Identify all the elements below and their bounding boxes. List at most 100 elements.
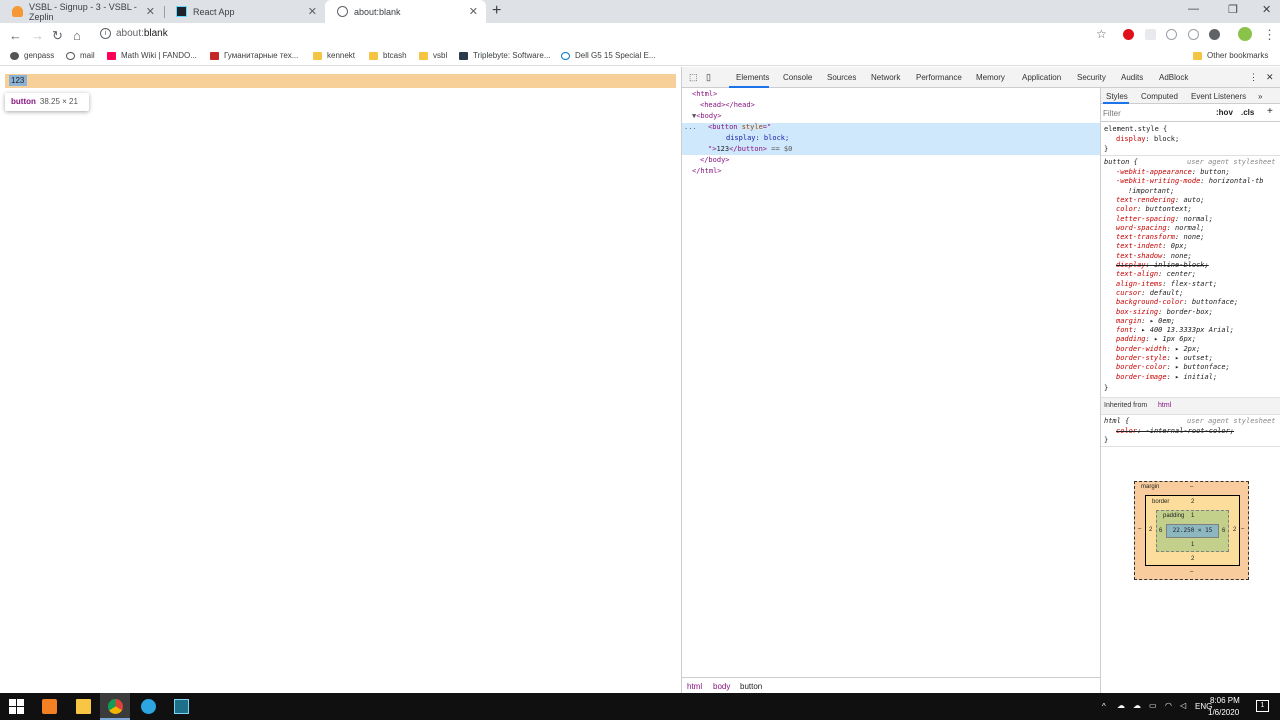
style-property[interactable]: margin: ▸ 0em; <box>1116 317 1175 325</box>
style-property[interactable]: color: -internal-root-color; <box>1116 427 1234 435</box>
close-icon[interactable]: ✕ <box>308 5 317 18</box>
node-ellipsis-icon[interactable]: ... <box>684 123 697 131</box>
page-button[interactable]: 123 <box>9 75 27 86</box>
add-rule-icon[interactable]: + <box>1267 106 1273 117</box>
gear-icon[interactable] <box>1209 29 1220 40</box>
crumb-body[interactable]: body <box>713 682 730 691</box>
volume-icon[interactable]: ◁ <box>1180 701 1186 710</box>
cls-toggle[interactable]: .cls <box>1241 108 1254 117</box>
bookmark-folder-kennekt[interactable]: kennekt <box>313 51 355 60</box>
tab-about-blank[interactable]: about:blank ✕ <box>325 0 486 23</box>
taskbar-app-sublime[interactable] <box>34 693 64 720</box>
taskbar-app-explorer[interactable] <box>68 693 98 720</box>
style-property[interactable]: background-color: buttonface; <box>1116 298 1238 306</box>
chevron-up-icon[interactable]: ^ <box>1102 702 1106 711</box>
tab-zeplin[interactable]: VSBL - Signup - 3 - VSBL - Zeplin ✕ <box>0 0 163 23</box>
reload-icon[interactable]: ↻ <box>52 28 63 44</box>
style-property[interactable]: display: block; <box>1116 135 1179 143</box>
tab-styles[interactable]: Styles <box>1106 92 1128 101</box>
style-property[interactable]: !important; <box>1128 187 1174 195</box>
dom-node-button-close[interactable]: ">123</button> == $0 <box>708 145 792 153</box>
dom-node-button[interactable]: <button style=" <box>708 123 771 131</box>
boxmodel-padding[interactable]: padding 1 1 6 6 22.250 × 15 <box>1156 510 1229 552</box>
taskbar-app-telegram[interactable] <box>133 693 163 720</box>
other-bookmarks[interactable]: Other bookmarks <box>1193 51 1268 60</box>
kebab-menu-icon[interactable]: ⋮ <box>1249 72 1258 83</box>
tab-console[interactable]: Console <box>783 73 812 82</box>
menu-icon[interactable]: ⋮ <box>1263 27 1276 43</box>
tab-security[interactable]: Security <box>1077 73 1106 82</box>
tab-memory[interactable]: Memory <box>976 73 1005 82</box>
home-icon[interactable]: ⌂ <box>73 28 81 43</box>
cloud-icon[interactable]: ☁ <box>1133 701 1141 710</box>
new-tab-button[interactable]: + <box>492 2 501 20</box>
style-property[interactable]: -webkit-appearance: button; <box>1116 168 1230 176</box>
opera-extension-icon[interactable] <box>1123 29 1134 40</box>
style-property[interactable]: cursor: default; <box>1116 289 1183 297</box>
hov-toggle[interactable]: :hov <box>1216 108 1233 117</box>
tab-sources[interactable]: Sources <box>827 73 856 82</box>
info-icon[interactable]: i <box>100 28 111 39</box>
style-property[interactable]: text-indent: 0px; <box>1116 242 1188 250</box>
crumb-button[interactable]: button <box>740 682 762 691</box>
forward-arrow-icon[interactable]: → <box>31 28 44 43</box>
close-icon[interactable]: ✕ <box>1266 72 1274 83</box>
dom-node-head[interactable]: <head></head> <box>700 101 755 109</box>
style-property[interactable]: align-items: flex-start; <box>1116 280 1217 288</box>
tab-elements[interactable]: Elements <box>736 73 769 82</box>
battery-icon[interactable]: ▭ <box>1149 701 1157 710</box>
device-toolbar-icon[interactable]: ▯ <box>706 72 711 83</box>
clock-time[interactable]: 8:06 PM <box>1210 696 1240 705</box>
address-bar[interactable]: about:blank <box>116 28 168 39</box>
filter-input[interactable] <box>1103 107 1208 119</box>
bookmark-folder-btcash[interactable]: btcash <box>369 51 407 60</box>
style-property[interactable]: border-color: ▸ buttonface; <box>1116 363 1230 371</box>
notification-icon[interactable]: 1 <box>1256 700 1269 712</box>
extension-icon[interactable] <box>1166 29 1177 40</box>
close-icon[interactable]: ✕ <box>146 5 155 18</box>
restore-button[interactable]: ❐ <box>1228 3 1238 16</box>
style-property[interactable]: border-style: ▸ outset; <box>1116 354 1213 362</box>
style-property[interactable]: letter-spacing: normal; <box>1116 215 1213 223</box>
star-icon[interactable]: ☆ <box>1096 27 1107 41</box>
clock-date[interactable]: 1/6/2020 <box>1208 708 1239 717</box>
taskbar-app-terminal[interactable] <box>166 693 196 720</box>
bookmark-dell[interactable]: Dell G5 15 Special E... <box>561 51 655 60</box>
tab-adblock[interactable]: AdBlock <box>1159 73 1188 82</box>
start-button[interactable] <box>0 693 30 720</box>
boxmodel-content[interactable]: 22.250 × 15 <box>1166 524 1219 538</box>
dom-node-body[interactable]: ▼<body> <box>692 112 722 120</box>
bookmark-humanitarian[interactable]: Гуманитарные тех... <box>210 51 298 60</box>
avatar[interactable] <box>1238 27 1252 41</box>
boxmodel-border[interactable]: border 2 2 2 2 padding 1 1 6 6 22.250 × … <box>1145 495 1240 566</box>
dom-node-html-close[interactable]: </html> <box>692 167 722 175</box>
extension-icon[interactable] <box>1145 29 1156 40</box>
chevron-right-icon[interactable]: » <box>1258 92 1262 101</box>
tab-computed[interactable]: Computed <box>1141 92 1178 101</box>
tab-network[interactable]: Network <box>871 73 900 82</box>
bookmark-triplebyte[interactable]: Triplebyte: Software... <box>459 51 551 60</box>
style-property[interactable]: word-spacing: normal; <box>1116 224 1205 232</box>
tab-react-app[interactable]: React App ✕ <box>164 0 325 23</box>
style-property[interactable]: color: buttontext; <box>1116 205 1192 213</box>
style-property[interactable]: text-align: center; <box>1116 270 1196 278</box>
inspect-element-icon[interactable]: ⬚ <box>689 72 698 83</box>
boxmodel-margin[interactable]: margin – – – – border 2 2 2 2 padding 1 … <box>1134 481 1249 580</box>
bookmark-mail[interactable]: mail <box>66 51 95 60</box>
tab-event-listeners[interactable]: Event Listeners <box>1191 92 1246 101</box>
close-window-button[interactable]: ✕ <box>1262 3 1271 16</box>
close-icon[interactable]: ✕ <box>469 5 478 18</box>
style-property[interactable]: border-image: ▸ initial; <box>1116 373 1217 381</box>
tab-audits[interactable]: Audits <box>1121 73 1143 82</box>
crumb-html[interactable]: html <box>687 682 702 691</box>
tab-application[interactable]: Application <box>1022 73 1061 82</box>
style-property[interactable]: text-shadow: none; <box>1116 252 1192 260</box>
style-property[interactable]: font: ▸ 400 13.3333px Arial; <box>1116 326 1234 334</box>
bookmark-folder-vsbl[interactable]: vsbl <box>419 51 447 60</box>
inherited-tag-link[interactable]: html <box>1158 402 1171 409</box>
dom-node-html[interactable]: <html> <box>692 90 717 98</box>
style-property[interactable]: border-width: ▸ 2px; <box>1116 345 1200 353</box>
wifi-icon[interactable]: ◠ <box>1165 701 1172 710</box>
extension-icon[interactable] <box>1188 29 1199 40</box>
cloud-icon[interactable]: ☁ <box>1117 701 1125 710</box>
